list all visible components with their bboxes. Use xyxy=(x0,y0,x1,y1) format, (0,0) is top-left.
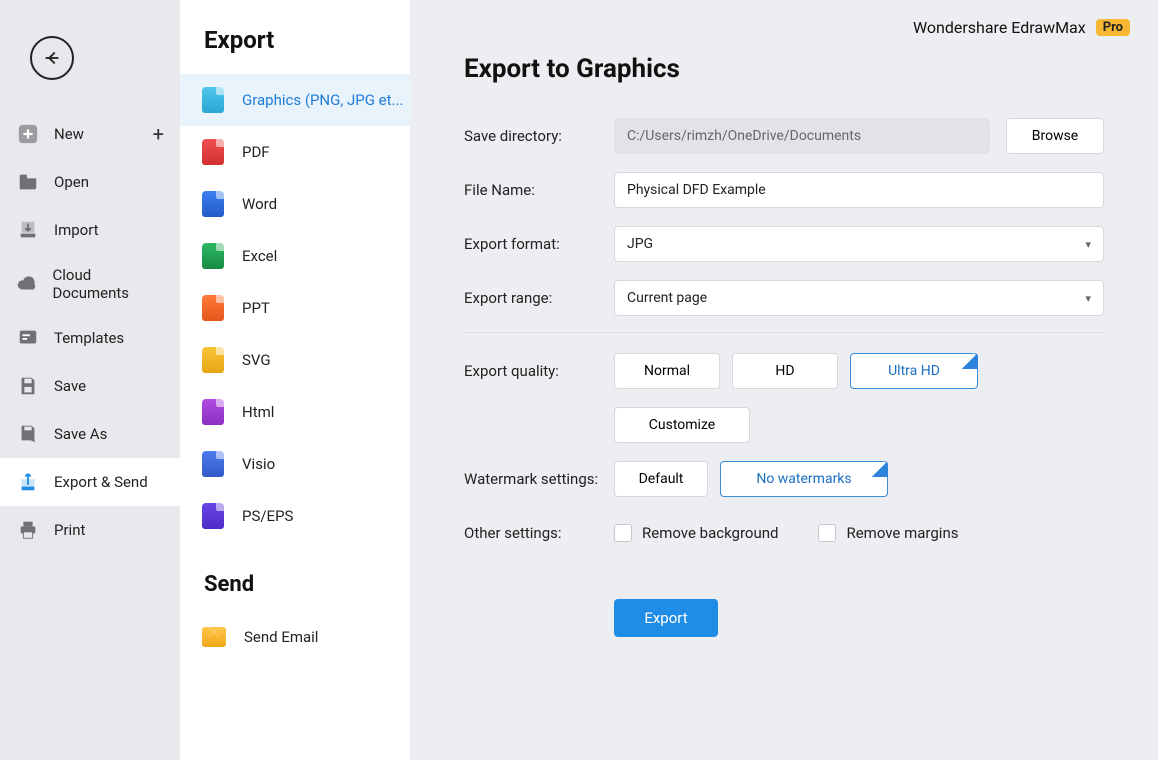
export-option-label: SVG xyxy=(242,351,271,369)
excel-file-icon xyxy=(202,243,224,269)
sidebar-item-save-as[interactable]: Save As xyxy=(0,410,180,458)
export-option-svg[interactable]: SVG xyxy=(180,334,410,386)
sidebar-item-cloud-documents[interactable]: Cloud Documents xyxy=(0,254,180,314)
plus-square-icon xyxy=(16,122,40,146)
graphics-file-icon xyxy=(202,87,224,113)
sidebar-item-label: Open xyxy=(54,173,89,191)
export-option-pdf[interactable]: PDF xyxy=(180,126,410,178)
main-content: Wondershare EdrawMax Pro Export to Graph… xyxy=(410,0,1158,760)
sidebar-left: New + Open Import Cloud Documents xyxy=(0,0,180,760)
export-option-graphics[interactable]: Graphics (PNG, JPG et... xyxy=(180,74,410,126)
sidebar-item-label: Save As xyxy=(54,425,107,443)
export-button[interactable]: Export xyxy=(614,599,718,637)
print-icon xyxy=(16,518,40,542)
save-directory-label: Save directory: xyxy=(464,127,614,145)
sidebar-item-label: Import xyxy=(54,221,99,239)
sidebar-item-save[interactable]: Save xyxy=(0,362,180,410)
export-option-visio[interactable]: Visio xyxy=(180,438,410,490)
watermark-label: Watermark settings: xyxy=(464,470,614,488)
svg-file-icon xyxy=(202,347,224,373)
sidebar-item-label: Save xyxy=(54,377,86,395)
export-range-label: Export range: xyxy=(464,289,614,307)
sidebar-item-print[interactable]: Print xyxy=(0,506,180,554)
ppt-file-icon xyxy=(202,295,224,321)
remove-background-label: Remove background xyxy=(642,524,778,542)
sidebar-item-label: New xyxy=(54,125,84,143)
export-section-title: Export xyxy=(180,0,410,74)
sidebar-item-templates[interactable]: Templates xyxy=(0,314,180,362)
templates-icon xyxy=(16,326,40,350)
export-option-ps-eps[interactable]: PS/EPS xyxy=(180,490,410,542)
export-option-ppt[interactable]: PPT xyxy=(180,282,410,334)
cloud-icon xyxy=(16,272,38,296)
export-range-select[interactable]: Current page ▾ xyxy=(614,280,1104,316)
html-file-icon xyxy=(202,399,224,425)
browse-button[interactable]: Browse xyxy=(1006,118,1104,154)
sidebar-item-label: Cloud Documents xyxy=(52,266,164,302)
save-directory-field: C:/Users/rimzh/OneDrive/Documents xyxy=(614,118,990,154)
divider xyxy=(464,332,1104,333)
export-option-html[interactable]: Html xyxy=(180,386,410,438)
save-icon xyxy=(16,374,40,398)
mail-icon xyxy=(202,627,226,647)
export-range-value: Current page xyxy=(627,290,707,306)
sidebar-item-import[interactable]: Import xyxy=(0,206,180,254)
export-format-select[interactable]: JPG ▾ xyxy=(614,226,1104,262)
import-icon xyxy=(16,218,40,242)
folder-icon xyxy=(16,170,40,194)
export-option-label: Word xyxy=(242,195,277,213)
remove-margins-checkbox[interactable] xyxy=(818,524,836,542)
pdf-file-icon xyxy=(202,139,224,165)
quality-normal-button[interactable]: Normal xyxy=(614,353,720,389)
export-type-panel: Export Graphics (PNG, JPG et... PDF Word… xyxy=(180,0,410,760)
send-option-label: Send Email xyxy=(244,628,318,646)
export-option-label: PS/EPS xyxy=(242,507,293,525)
export-option-label: Excel xyxy=(242,247,277,265)
chevron-down-icon: ▾ xyxy=(1085,292,1091,305)
export-quality-label: Export quality: xyxy=(464,362,614,380)
export-option-label: PDF xyxy=(242,143,270,161)
file-name-label: File Name: xyxy=(464,181,614,199)
remove-margins-label: Remove margins xyxy=(846,524,958,542)
export-option-word[interactable]: Word xyxy=(180,178,410,230)
export-format-label: Export format: xyxy=(464,235,614,253)
app-title: Wondershare EdrawMax Pro xyxy=(913,18,1130,37)
export-format-value: JPG xyxy=(627,236,653,252)
arrow-left-icon xyxy=(41,47,63,69)
send-section-title: Send xyxy=(180,542,410,611)
file-name-input[interactable]: Physical DFD Example xyxy=(614,172,1104,208)
other-settings-label: Other settings: xyxy=(464,524,614,542)
sidebar-item-label: Print xyxy=(54,521,85,539)
sidebar-item-export-send[interactable]: Export & Send xyxy=(0,458,180,506)
sidebar-item-open[interactable]: Open xyxy=(0,158,180,206)
export-option-label: Graphics (PNG, JPG et... xyxy=(242,91,403,109)
visio-file-icon xyxy=(202,451,224,477)
quality-ultra-hd-button[interactable]: Ultra HD xyxy=(850,353,978,389)
app-title-text: Wondershare EdrawMax xyxy=(913,18,1086,37)
watermark-none-button[interactable]: No watermarks xyxy=(720,461,888,497)
export-option-label: Html xyxy=(242,403,274,421)
send-option-email[interactable]: Send Email xyxy=(180,611,410,663)
watermark-default-button[interactable]: Default xyxy=(614,461,708,497)
export-icon xyxy=(16,470,40,494)
pro-badge: Pro xyxy=(1096,19,1130,36)
add-icon[interactable]: + xyxy=(153,122,164,146)
ps-file-icon xyxy=(202,503,224,529)
save-as-icon xyxy=(16,422,40,446)
chevron-down-icon: ▾ xyxy=(1085,238,1091,251)
sidebar-item-new[interactable]: New + xyxy=(0,110,180,158)
export-option-label: PPT xyxy=(242,299,270,317)
word-file-icon xyxy=(202,191,224,217)
back-button[interactable] xyxy=(30,36,74,80)
sidebar-item-label: Export & Send xyxy=(54,473,148,491)
remove-background-checkbox[interactable] xyxy=(614,524,632,542)
quality-customize-button[interactable]: Customize xyxy=(614,407,750,443)
export-option-excel[interactable]: Excel xyxy=(180,230,410,282)
quality-hd-button[interactable]: HD xyxy=(732,353,838,389)
sidebar-item-label: Templates xyxy=(54,329,124,347)
export-option-label: Visio xyxy=(242,455,275,473)
page-heading: Export to Graphics xyxy=(464,54,1104,84)
